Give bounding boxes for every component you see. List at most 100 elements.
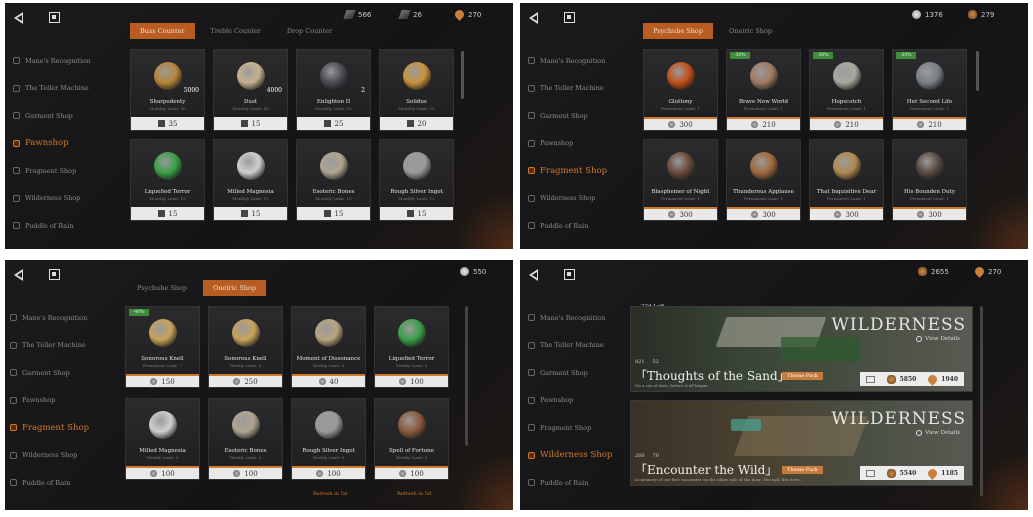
item-price[interactable]: 25 — [297, 117, 370, 130]
scrollbar[interactable] — [976, 51, 979, 91]
item-price[interactable]: 15 — [214, 207, 287, 220]
sidebar-item[interactable]: The Teller Machine — [13, 75, 113, 103]
item-price[interactable]: 300 — [893, 207, 966, 220]
shop-item-card[interactable]: -30% Her Second Life Permanent Limit: 1 210 — [892, 49, 967, 131]
sidebar-item[interactable]: The Teller Machine — [10, 332, 110, 360]
shop-item-card[interactable]: 2 Enlighten II Monthly Limit: 10 25 — [296, 49, 371, 131]
shop-item-card[interactable]: Esoteric Bones Weekly Limit: 5 100 — [208, 398, 283, 480]
item-price[interactable]: 15 — [380, 207, 453, 220]
item-price[interactable]: 210 — [810, 117, 883, 130]
tab-oneiric[interactable]: Oneiric Shop — [719, 23, 782, 39]
sidebar-item[interactable]: Puddle of Rain — [528, 469, 628, 497]
sidebar-item-active[interactable]: Fragment Shop — [10, 414, 110, 442]
sidebar-item[interactable]: Wilderness Shop — [10, 442, 110, 470]
sidebar-item-active[interactable]: Fragment Shop — [528, 157, 628, 185]
banner-price[interactable]: 5850 1940 — [859, 372, 964, 386]
item-price[interactable]: 100 — [126, 466, 199, 479]
tab-treble[interactable]: Treble Counter — [201, 23, 271, 39]
sidebar-item[interactable]: Garment Shop — [13, 102, 113, 130]
theme-pack-banner[interactable]: WILDERNESS View Details 821 52 「Thoughts … — [630, 306, 973, 392]
shop-item-card[interactable]: -40% Sonorous Knell Permanent Limit: 7 150 — [125, 306, 200, 388]
shop-item-card[interactable]: Sonorous Knell Weekly Limit: 6 250 — [208, 306, 283, 388]
sidebar-item[interactable]: Fragment Shop — [528, 414, 628, 442]
sidebar-item[interactable]: Puddle of Rain — [13, 212, 113, 240]
shop-item-card[interactable]: Solidus Monthly Limit: 10 20 — [379, 49, 454, 131]
item-price[interactable]: 100 — [292, 466, 365, 479]
back-icon[interactable] — [14, 269, 23, 281]
sidebar-item[interactable]: Puddle of Rain — [10, 469, 110, 497]
sidebar-item[interactable]: Pawnshop — [10, 387, 110, 415]
item-price[interactable]: 300 — [644, 207, 717, 220]
shop-item-card[interactable]: Milled Magnesia Weekly Limit: 5 100 — [125, 398, 200, 480]
sidebar-item-active[interactable]: Pawnshop — [13, 130, 113, 158]
view-details-button[interactable]: View Details — [916, 336, 960, 342]
shop-item-card[interactable]: That Inquisitive Dear Permanent Limit: 1 3… — [809, 139, 884, 221]
home-icon[interactable] — [564, 269, 575, 280]
shop-item-card[interactable]: 4000 Dust Monthly Limit: 49 15 — [213, 49, 288, 131]
sidebar-item[interactable]: Mane's Recognition — [10, 304, 110, 332]
item-price[interactable]: 35 — [131, 117, 204, 130]
sidebar-item[interactable]: Puddle of Rain — [528, 212, 628, 240]
shop-item-card[interactable]: Thunderous Applause Permanent Limit: 1 300 — [726, 139, 801, 221]
shop-item-card[interactable]: His Bounden Duty Permanent Limit: 1 300 — [892, 139, 967, 221]
item-price[interactable]: 15 — [297, 207, 370, 220]
item-price[interactable]: 100 — [375, 466, 448, 479]
item-price[interactable]: 150 — [126, 374, 199, 387]
theme-pack-banner[interactable]: WILDERNESS View Details 260 70 「Encounter… — [630, 400, 973, 486]
tab-buss[interactable]: Buss Counter — [130, 23, 195, 39]
sidebar-item[interactable]: Garment Shop — [528, 359, 628, 387]
item-price[interactable]: 300 — [644, 117, 717, 130]
sidebar-item[interactable]: Mane's Recognition — [528, 304, 628, 332]
back-icon[interactable] — [529, 12, 538, 24]
tab-psychube[interactable]: Psychube Shop — [643, 23, 714, 39]
shop-item-card[interactable]: Esoteric Bones Monthly Limit: 15 15 — [296, 139, 371, 221]
shop-item-card[interactable]: Gluttony Permanent Limit: 1 300 — [643, 49, 718, 131]
tab-psychube[interactable]: Psychube Shop — [127, 280, 197, 296]
shop-item-card[interactable]: Blasphemer of Night Permanent Limit: 1 300 — [643, 139, 718, 221]
scrollbar[interactable] — [980, 306, 983, 496]
sidebar-item[interactable]: Mane's Recognition — [528, 47, 628, 75]
banner-price[interactable]: 5540 1185 — [859, 466, 964, 480]
sidebar-item[interactable]: Fragment Shop — [13, 157, 113, 185]
scrollbar[interactable] — [465, 306, 468, 446]
shop-item-card[interactable]: Liquefied Terror Weekly Limit: 5 100 — [374, 306, 449, 388]
sidebar-item[interactable]: The Teller Machine — [528, 75, 628, 103]
sidebar-item[interactable]: Pawnshop — [528, 130, 628, 158]
sidebar-item[interactable]: The Teller Machine — [528, 332, 628, 360]
sidebar-item[interactable]: Wilderness Shop — [13, 185, 113, 213]
item-price[interactable]: 20 — [380, 117, 453, 130]
shop-item-card[interactable]: Liquefied Terror Monthly Limit: 15 15 — [130, 139, 205, 221]
sidebar-item-active[interactable]: Wilderness Shop — [528, 442, 628, 470]
sidebar-item[interactable]: Garment Shop — [10, 359, 110, 387]
shop-item-card[interactable]: 5000 Sharpodenty Monthly Limit: 36 35 — [130, 49, 205, 131]
item-price[interactable]: 250 — [209, 374, 282, 387]
shop-item-card[interactable]: Rough Silver Ingot Monthly Limit: 15 15 — [379, 139, 454, 221]
shop-item-card[interactable]: Spell of Fortune Weekly Limit: 5 100 — [374, 398, 449, 480]
item-price[interactable]: 300 — [727, 207, 800, 220]
sidebar-item[interactable]: Wilderness Shop — [528, 185, 628, 213]
shop-item-card[interactable]: -30% Brave New World Permanent Limit: 1 210 — [726, 49, 801, 131]
home-icon[interactable] — [564, 12, 575, 23]
item-price[interactable]: 100 — [209, 466, 282, 479]
back-icon[interactable] — [529, 269, 538, 281]
back-icon[interactable] — [14, 12, 23, 24]
item-price[interactable]: 210 — [727, 117, 800, 130]
sidebar-item[interactable]: Mane's Recognition — [13, 47, 113, 75]
home-icon[interactable] — [49, 12, 60, 23]
tab-oneiric[interactable]: Oneiric Shop — [203, 280, 267, 296]
scrollbar[interactable] — [461, 51, 464, 99]
item-price[interactable]: 15 — [214, 117, 287, 130]
view-details-button[interactable]: View Details — [916, 430, 960, 436]
item-price[interactable]: 300 — [810, 207, 883, 220]
shop-item-card[interactable]: Milled Magnesia Monthly Limit: 15 15 — [213, 139, 288, 221]
item-price[interactable]: 100 — [375, 374, 448, 387]
shop-item-card[interactable]: Rough Silver Ingot Weekly Limit: 5 100 — [291, 398, 366, 480]
item-price[interactable]: 40 — [292, 374, 365, 387]
item-price[interactable]: 210 — [893, 117, 966, 130]
tab-drop[interactable]: Drop Counter — [277, 23, 342, 39]
sidebar-item[interactable]: Garment Shop — [528, 102, 628, 130]
shop-item-card[interactable]: Moment of Dissonance Weekly Limit: 5 40 — [291, 306, 366, 388]
home-icon[interactable] — [49, 269, 60, 280]
item-price[interactable]: 15 — [131, 207, 204, 220]
sidebar-item[interactable]: Pawnshop — [528, 387, 628, 415]
